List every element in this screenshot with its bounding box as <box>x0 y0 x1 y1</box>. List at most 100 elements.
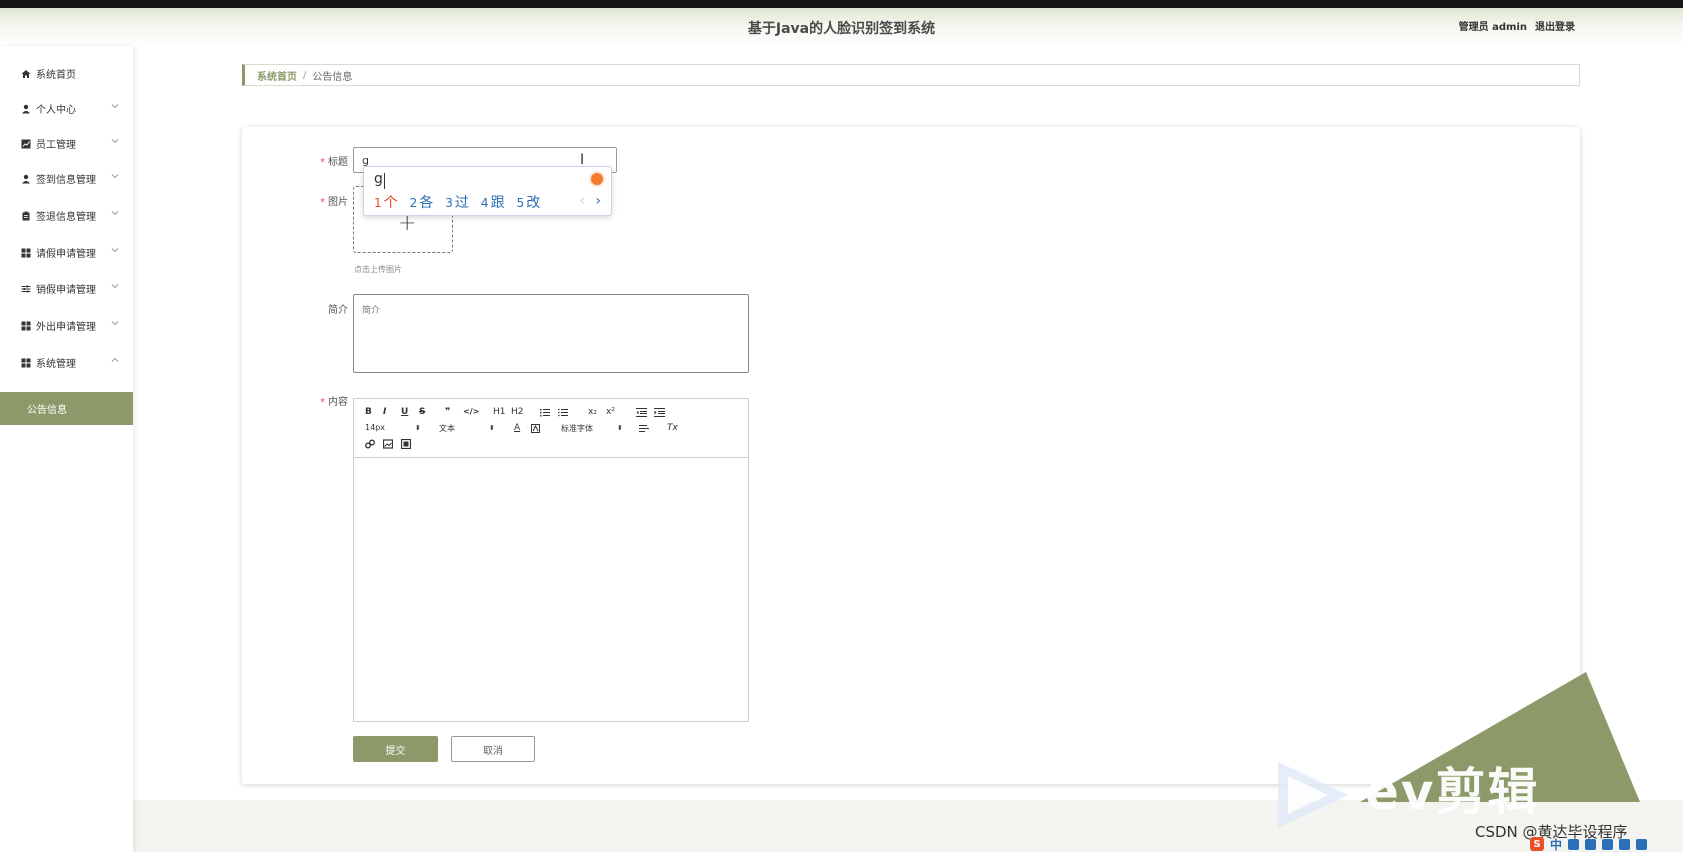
sidebar-item-home[interactable]: 系统首页 <box>0 55 133 92</box>
keyboard-icon[interactable] <box>1602 838 1614 850</box>
window-top-strip <box>0 0 1683 8</box>
toolbox-icon[interactable] <box>1636 838 1648 850</box>
chevron-down-icon <box>111 174 119 179</box>
content-label: * 内容 <box>320 397 348 408</box>
sidebar-item-system[interactable]: 系统管理 <box>0 344 133 381</box>
intro-textarea[interactable] <box>353 294 749 373</box>
title-label: * 标题 <box>320 157 348 168</box>
grid-icon <box>20 320 31 331</box>
sidebar-item-personal[interactable]: 个人中心 <box>0 90 133 127</box>
ime-candidate[interactable]: 1个 <box>374 192 398 212</box>
sidebar-subitem-label: 公告信息 <box>27 405 67 416</box>
text-color-button[interactable]: A <box>514 423 520 433</box>
clear-format-button[interactable]: Tx <box>667 423 678 433</box>
microphone-icon[interactable] <box>1585 838 1597 850</box>
superscript-button[interactable]: x² <box>606 407 615 417</box>
app-header: 基于Java的人脸识别签到系统 管理员 admin 退出登录 <box>0 8 1683 46</box>
sidebar-item-signin[interactable]: 签到信息管理 <box>0 160 133 197</box>
image-insert-icon[interactable] <box>383 439 393 449</box>
select-arrow-icon: ⬍ <box>617 424 623 432</box>
grid-icon <box>20 247 31 258</box>
bold-button[interactable]: B <box>365 407 372 417</box>
sidebar-item-outing[interactable]: 外出申请管理 <box>0 307 133 344</box>
person-icon <box>20 103 31 114</box>
video-insert-icon[interactable] <box>401 439 411 449</box>
ordered-list-icon[interactable] <box>540 408 550 417</box>
h1-button[interactable]: H1 <box>493 407 506 417</box>
sidebar-item-leave[interactable]: 请假申请管理 <box>0 234 133 271</box>
user-label: 管理员 admin <box>1458 22 1527 33</box>
chevron-up-icon <box>111 357 119 362</box>
code-button[interactable]: </> <box>463 407 479 416</box>
outdent-icon[interactable] <box>636 408 647 417</box>
watermark-brand: ev剪辑 <box>1365 763 1540 821</box>
ime-candidate[interactable]: 2各 <box>410 192 434 212</box>
sidebar-item-signout[interactable]: 签退信息管理 <box>0 197 133 234</box>
sogou-icon[interactable]: S <box>1530 837 1544 851</box>
bullet-list-icon[interactable] <box>558 408 568 417</box>
clipboard-icon <box>20 210 31 221</box>
sliders-icon <box>20 283 31 294</box>
ime-lang[interactable]: 中 <box>1550 836 1562 852</box>
chevron-down-icon <box>111 104 119 109</box>
breadcrumb-home[interactable]: 系统首页 <box>257 68 297 83</box>
sidebar-item-label: 系统管理 <box>36 359 76 370</box>
select-arrow-icon: ⬍ <box>415 424 421 432</box>
font-size-select[interactable]: 14px ⬍ <box>365 423 421 432</box>
app-title: 基于Java的人脸识别签到系统 <box>747 21 936 37</box>
ime-candidates: 1个 2各 3过 4跟 5改 <box>374 192 540 212</box>
logout-link[interactable]: 退出登录 <box>1535 18 1575 33</box>
required-mark: * <box>320 197 325 208</box>
link-icon[interactable] <box>365 439 375 449</box>
ime-candidate-popup: g 1个 2各 3过 4跟 5改 ‹ › <box>363 166 612 216</box>
align-icon[interactable] <box>639 425 649 433</box>
sidebar-item-cancel-leave[interactable]: 销假申请管理 <box>0 270 133 307</box>
person-icon <box>20 173 31 184</box>
skin-icon[interactable] <box>1619 838 1631 850</box>
select-arrow-icon: ⬍ <box>489 424 495 432</box>
submit-button[interactable]: 提交 <box>353 736 438 762</box>
sidebar-item-label: 系统首页 <box>36 70 76 81</box>
h2-button[interactable]: H2 <box>511 407 524 417</box>
sidebar-item-label: 销假申请管理 <box>36 285 96 296</box>
ime-candidate[interactable]: 3过 <box>445 192 469 212</box>
breadcrumb-current: 公告信息 <box>312 71 353 83</box>
italic-button[interactable]: I <box>383 407 386 417</box>
indent-icon[interactable] <box>654 408 665 417</box>
punctuation-icon[interactable] <box>1568 838 1580 850</box>
sidebar-item-label: 员工管理 <box>36 140 76 151</box>
required-mark: * <box>320 397 325 408</box>
quote-button[interactable]: ❞ <box>445 407 450 417</box>
sidebar-subitem-notice[interactable]: 公告信息 <box>0 392 133 425</box>
editor-content-area[interactable] <box>354 459 748 721</box>
breadcrumb: 系统首页 / 公告信息 <box>242 64 1580 86</box>
underline-button[interactable]: U <box>401 407 408 417</box>
grid-icon <box>20 357 31 368</box>
strike-button[interactable]: S <box>419 407 425 417</box>
ime-prev-icon[interactable]: ‹ <box>579 193 585 209</box>
ime-status-bar: S 中 <box>1530 836 1683 852</box>
background-color-icon[interactable] <box>531 424 540 433</box>
sidebar-item-label: 个人中心 <box>36 105 76 116</box>
ime-logo-icon <box>589 171 605 187</box>
sidebar: 系统首页 个人中心 员工管理 签到信息管理 签退信息管理 请假申请管理 销假申请… <box>0 46 133 852</box>
home-icon <box>20 68 31 79</box>
editor-toolbar: B I U S ❞ </> H1 H2 x₂ x² 14px ⬍ 文本 ⬍ A 标准… <box>354 399 748 458</box>
chevron-down-icon <box>111 211 119 216</box>
ime-next-icon[interactable]: › <box>595 193 601 209</box>
chevron-down-icon <box>111 248 119 253</box>
ime-candidate[interactable]: 5改 <box>517 192 541 212</box>
subscript-button[interactable]: x₂ <box>588 407 597 417</box>
required-mark: * <box>320 157 325 168</box>
ime-caret <box>384 173 385 189</box>
sidebar-item-label: 签到信息管理 <box>36 175 96 186</box>
text-style-select[interactable]: 文本 ⬍ <box>439 423 495 434</box>
cancel-button[interactable]: 取消 <box>451 736 535 762</box>
chevron-down-icon <box>111 139 119 144</box>
ime-nav: ‹ › <box>579 193 601 209</box>
ime-candidate[interactable]: 4跟 <box>481 192 505 212</box>
font-family-select[interactable]: 标准字体 ⬍ <box>561 423 623 434</box>
sidebar-item-label: 请假申请管理 <box>36 249 96 260</box>
sidebar-item-staff[interactable]: 员工管理 <box>0 125 133 162</box>
image-label: * 图片 <box>320 197 348 208</box>
